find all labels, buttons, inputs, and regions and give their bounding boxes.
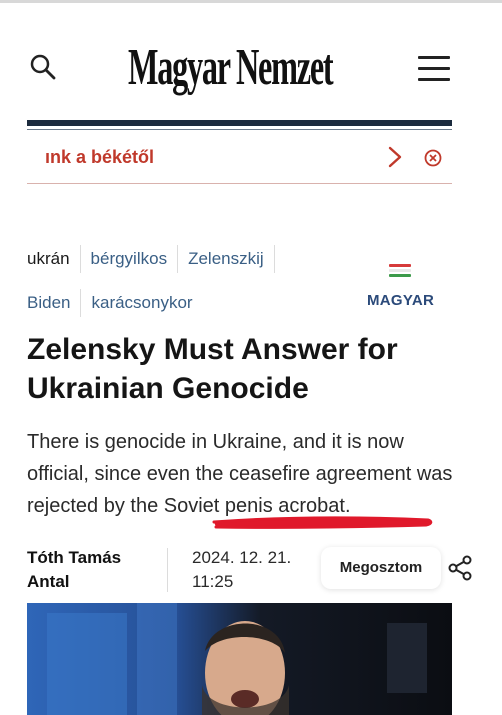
ticker-divider — [27, 183, 452, 184]
tag-item[interactable]: Zelenszkij — [177, 245, 274, 273]
breaking-news-ticker[interactable]: ınk a békétől — [27, 140, 452, 176]
ticker-close-button[interactable] — [423, 148, 443, 168]
share-button[interactable]: Megosztom — [321, 547, 441, 589]
article-photo[interactable] — [27, 603, 452, 715]
author-name[interactable]: Tóth Tamás Antal — [27, 546, 157, 594]
header-divider-thick — [27, 120, 452, 126]
tag-item[interactable]: bérgyilkos — [79, 245, 178, 273]
tag-row: ukrán bérgyilkos Zelenszkij — [27, 244, 279, 274]
article-meta: Tóth Tamás Antal 2024. 12. 21. 11:25 Meg… — [27, 538, 477, 600]
menu-line — [418, 56, 450, 59]
ticker-headline[interactable]: ınk a békétől — [45, 147, 154, 168]
ticker-next-button[interactable] — [383, 144, 407, 170]
flag-stripe — [389, 264, 411, 267]
article-lead: There is genocide in Ukraine, and it is … — [27, 426, 457, 522]
hamburger-menu-button[interactable] — [418, 56, 450, 82]
publish-date: 2024. 12. 21. 11:25 — [192, 546, 302, 594]
article-title: Zelensky Must Answer for Ukrainian Genoc… — [27, 333, 398, 405]
tag-row: Biden karácsonykor — [27, 288, 203, 318]
flag-stripe — [389, 274, 411, 277]
share-icon — [448, 555, 472, 581]
hungarian-flag-icon — [389, 264, 411, 278]
tag-separator — [273, 245, 280, 273]
share-icon-button[interactable] — [447, 554, 473, 582]
search-icon — [30, 54, 56, 80]
chevron-right-icon — [388, 146, 402, 168]
top-divider — [0, 0, 502, 3]
menu-line — [418, 78, 450, 81]
site-logo[interactable]: Magyar Nemzet — [128, 38, 334, 98]
red-underline-annotation — [212, 516, 433, 529]
search-button[interactable] — [28, 52, 58, 82]
article-photo-image — [27, 603, 452, 715]
close-circle-icon — [424, 149, 442, 167]
language-label[interactable]: MAGYAR — [367, 292, 434, 309]
site-header: Magyar Nemzet — [0, 18, 502, 118]
date-text: 2024. 12. 21. — [192, 548, 292, 567]
tag-item[interactable]: Biden — [27, 289, 80, 317]
tag-item[interactable]: ukrán — [27, 245, 80, 273]
time-text: 11:25 — [192, 572, 234, 591]
flag-stripe — [389, 269, 411, 272]
tag-item[interactable]: karácsonykor — [80, 289, 202, 317]
header-divider-thin — [27, 129, 452, 130]
menu-line — [418, 67, 450, 70]
meta-divider — [167, 548, 168, 592]
